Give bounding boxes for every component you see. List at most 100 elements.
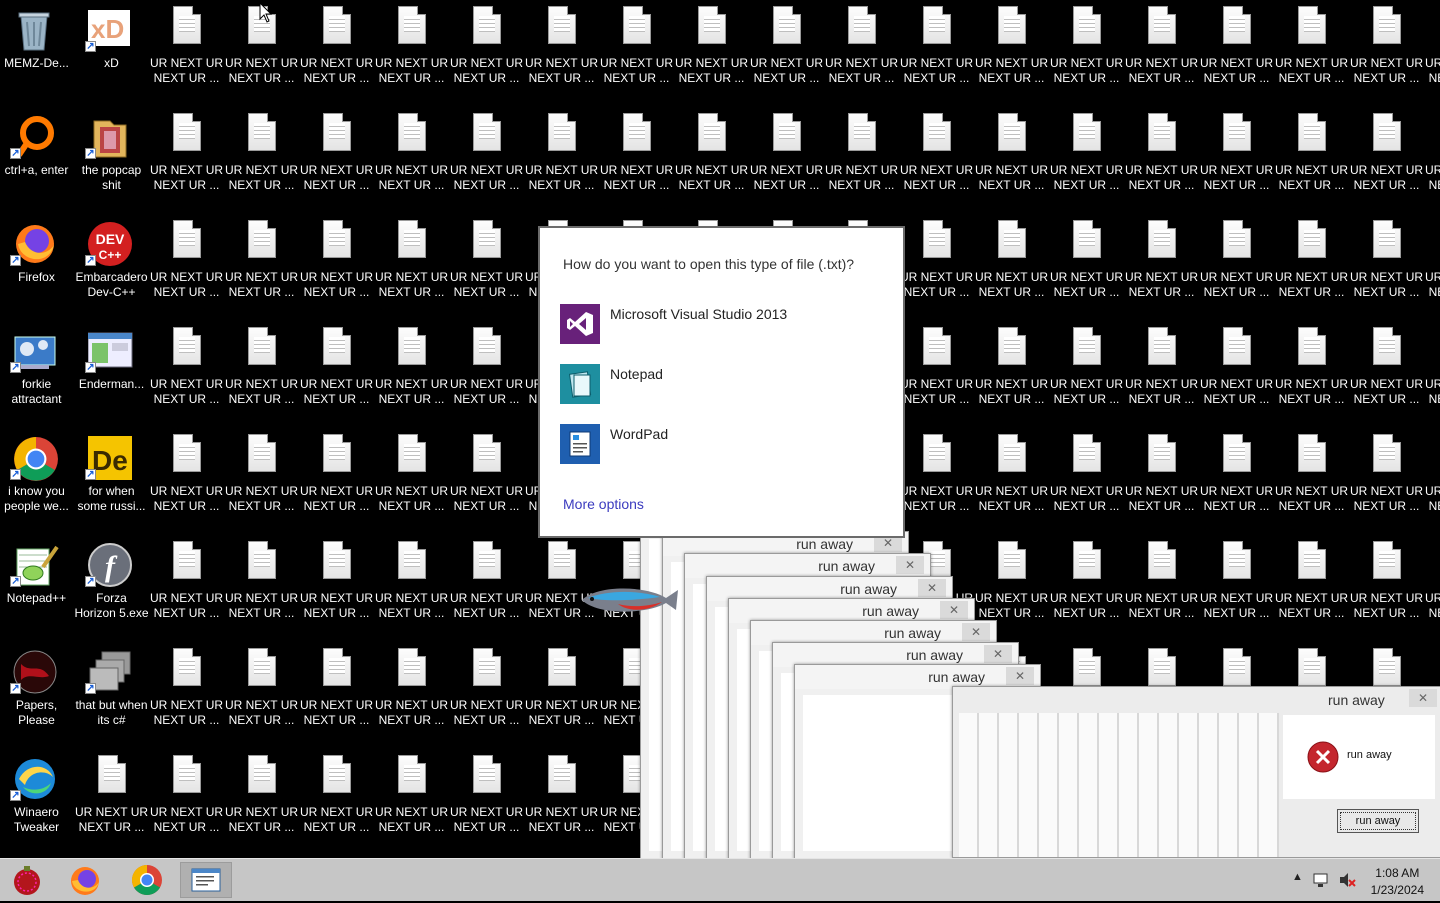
desktop-icon-papers-please[interactable]: ↗ Papers, Please [0, 642, 74, 749]
show-hidden-icons-chevron[interactable]: ▲ [1292, 871, 1303, 883]
text-file-icon-item[interactable]: UR NEXT UR NEXT UR ... [599, 0, 674, 107]
text-file-icon-item[interactable]: UR NEXT UR NEXT UR ... [299, 428, 374, 535]
text-file-icon-item[interactable]: UR NEXT UR NEXT UR ... [1424, 0, 1440, 107]
text-file-icon-item[interactable]: UR NEXT UR NEXT UR ... [1424, 214, 1440, 321]
text-file-icon-item[interactable]: UR NEXT UR NEXT UR ... [1124, 0, 1199, 107]
text-file-icon-item[interactable]: UR NEXT UR NEXT UR ... [1199, 0, 1274, 107]
text-file-icon-item[interactable]: UR NEXT UR NEXT UR ... [1274, 0, 1349, 107]
text-file-icon-item[interactable]: UR NEXT UR NEXT UR ... [1199, 214, 1274, 321]
desktop-icon-forza-horizon-5-exe[interactable]: f ↗ Forza Horizon 5.exe [74, 535, 149, 642]
text-file-icon-item[interactable]: UR NEXT UR NEXT UR ... [524, 0, 599, 107]
text-file-icon-item[interactable]: UR NEXT UR NEXT UR ... [449, 107, 524, 214]
text-file-icon-item[interactable]: UR NEXT UR NEXT UR ... [674, 107, 749, 214]
text-file-icon-item[interactable]: UR NEXT UR NEXT UR ... [674, 0, 749, 107]
text-file-icon-item[interactable]: UR NEXT UR NEXT UR ... [224, 535, 299, 642]
text-file-icon-item[interactable]: UR NEXT UR NEXT UR ... [1124, 107, 1199, 214]
text-file-icon-item[interactable]: UR NEXT UR NEXT UR ... [1049, 0, 1124, 107]
run-away-dialog[interactable]: run away ✕ run away run away [952, 686, 1440, 858]
close-icon[interactable]: ✕ [1006, 667, 1034, 685]
text-file-icon-item[interactable]: UR NEXT UR NEXT UR ... [1349, 107, 1424, 214]
text-file-icon-item[interactable]: UR NEXT UR NEXT UR ... [1349, 428, 1424, 535]
desktop-icon-for-when-some-russi[interactable]: De ↗ for when some russi... [74, 428, 149, 535]
text-file-icon-item[interactable]: UR NEXT UR NEXT UR ... [299, 0, 374, 107]
text-file-icon-item[interactable]: UR NEXT UR NEXT UR ... [974, 214, 1049, 321]
text-file-icon-item[interactable]: UR NEXT UR NEXT UR ... [1274, 321, 1349, 428]
text-file-icon-item[interactable]: UR NEXT UR NEXT UR ... [1349, 321, 1424, 428]
text-file-icon-item[interactable]: UR NEXT UR NEXT UR ... [1199, 535, 1274, 642]
text-file-icon-item[interactable]: UR NEXT UR NEXT UR ... [449, 0, 524, 107]
text-file-icon-item[interactable]: UR NEXT UR NEXT UR ... [74, 749, 149, 856]
text-file-icon-item[interactable]: UR NEXT UR NEXT UR ... [1424, 321, 1440, 428]
text-file-icon-item[interactable]: UR NEXT UR NEXT UR ... [299, 535, 374, 642]
text-file-icon-item[interactable]: UR NEXT UR NEXT UR ... [374, 642, 449, 749]
text-file-icon-item[interactable]: UR NEXT UR NEXT UR ... [149, 107, 224, 214]
text-file-icon-item[interactable]: UR NEXT UR NEXT UR ... [449, 214, 524, 321]
text-file-icon-item[interactable]: UR NEXT UR NEXT UR ... [449, 535, 524, 642]
text-file-icon-item[interactable]: UR NEXT UR NEXT UR ... [1124, 535, 1199, 642]
text-file-icon-item[interactable]: UR NEXT UR NEXT UR ... [899, 321, 974, 428]
desktop-icon-forkie-attractant[interactable]: ↗ forkie attractant [0, 321, 74, 428]
text-file-icon-item[interactable]: UR NEXT UR NEXT UR ... [224, 642, 299, 749]
text-file-icon-item[interactable]: UR NEXT UR NEXT UR ... [224, 107, 299, 214]
text-file-icon-item[interactable]: UR NEXT UR NEXT UR ... [374, 107, 449, 214]
close-icon[interactable]: ✕ [962, 623, 990, 641]
taskbar-notepad-button[interactable] [180, 862, 232, 898]
text-file-icon-item[interactable]: UR NEXT UR NEXT UR ... [1424, 428, 1440, 535]
text-file-icon-item[interactable]: UR NEXT UR NEXT UR ... [299, 107, 374, 214]
text-file-icon-item[interactable]: UR NEXT UR NEXT UR ... [899, 0, 974, 107]
text-file-icon-item[interactable]: UR NEXT UR NEXT UR ... [1199, 428, 1274, 535]
text-file-icon-item[interactable]: UR NEXT UR NEXT UR ... [1274, 428, 1349, 535]
close-icon[interactable]: ✕ [918, 579, 946, 597]
desktop-icon-notepad[interactable]: ↗ Notepad++ [0, 535, 74, 642]
text-file-icon-item[interactable]: UR NEXT UR NEXT UR ... [224, 214, 299, 321]
text-file-icon-item[interactable]: UR NEXT UR NEXT UR ... [1424, 107, 1440, 214]
text-file-icon-item[interactable]: UR NEXT UR NEXT UR ... [374, 535, 449, 642]
network-icon[interactable] [1312, 872, 1330, 888]
text-file-icon-item[interactable]: UR NEXT UR NEXT UR ... [224, 749, 299, 856]
text-file-icon-item[interactable]: UR NEXT UR NEXT UR ... [299, 321, 374, 428]
text-file-icon-item[interactable]: UR NEXT UR NEXT UR ... [824, 107, 899, 214]
text-file-icon-item[interactable]: UR NEXT UR NEXT UR ... [449, 749, 524, 856]
text-file-icon-item[interactable]: UR NEXT UR NEXT UR ... [374, 0, 449, 107]
text-file-icon-item[interactable]: UR NEXT UR NEXT UR ... [974, 428, 1049, 535]
text-file-icon-item[interactable]: UR NEXT UR NEXT UR ... [1124, 214, 1199, 321]
app-option-wordpad[interactable]: WordPad [560, 424, 890, 468]
text-file-icon-item[interactable]: UR NEXT UR NEXT UR ... [1199, 321, 1274, 428]
text-file-icon-item[interactable]: UR NEXT UR NEXT UR ... [899, 107, 974, 214]
text-file-icon-item[interactable]: UR NEXT UR NEXT UR ... [149, 0, 224, 107]
text-file-icon-item[interactable]: UR NEXT UR NEXT UR ... [1124, 428, 1199, 535]
taskbar-chrome-button[interactable] [122, 862, 172, 898]
desktop-icon-memz-de[interactable]: MEMZ-De... [0, 0, 74, 107]
desktop-icon-winaero-tweaker[interactable]: ↗ Winaero Tweaker [0, 749, 74, 856]
text-file-icon-item[interactable]: UR NEXT UR NEXT UR ... [1424, 535, 1440, 642]
text-file-icon-item[interactable]: UR NEXT UR NEXT UR ... [374, 749, 449, 856]
more-options-link[interactable]: More options [563, 496, 644, 512]
text-file-icon-item[interactable]: UR NEXT UR NEXT UR ... [149, 535, 224, 642]
text-file-icon-item[interactable]: UR NEXT UR NEXT UR ... [524, 107, 599, 214]
run-away-button[interactable]: run away [1337, 809, 1419, 833]
text-file-icon-item[interactable]: UR NEXT UR NEXT UR ... [149, 214, 224, 321]
text-file-icon-item[interactable]: UR NEXT UR NEXT UR ... [1049, 428, 1124, 535]
taskbar-memz-button[interactable] [2, 862, 52, 898]
desktop-icon-xd[interactable]: xD ↗ xD [74, 0, 149, 107]
text-file-icon-item[interactable]: UR NEXT UR NEXT UR ... [299, 214, 374, 321]
text-file-icon-item[interactable]: UR NEXT UR NEXT UR ... [899, 214, 974, 321]
desktop-icon-enderman[interactable]: ↗ Enderman... [74, 321, 149, 428]
desktop-icon-i-know-you-people-we[interactable]: ↗ i know you people we... [0, 428, 74, 535]
text-file-icon-item[interactable]: UR NEXT UR NEXT UR ... [224, 428, 299, 535]
text-file-icon-item[interactable]: UR NEXT UR NEXT UR ... [1049, 214, 1124, 321]
text-file-icon-item[interactable]: UR NEXT UR NEXT UR ... [374, 214, 449, 321]
text-file-icon-item[interactable]: UR NEXT UR NEXT UR ... [299, 749, 374, 856]
text-file-icon-item[interactable]: UR NEXT UR NEXT UR ... [224, 321, 299, 428]
text-file-icon-item[interactable]: UR NEXT UR NEXT UR ... [1349, 535, 1424, 642]
text-file-icon-item[interactable]: UR NEXT UR NEXT UR ... [149, 321, 224, 428]
system-clock[interactable]: 1:08 AM 1/23/2024 [1371, 865, 1424, 899]
text-file-icon-item[interactable]: UR NEXT UR NEXT UR ... [749, 0, 824, 107]
text-file-icon-item[interactable]: UR NEXT UR NEXT UR ... [1274, 535, 1349, 642]
dialog-close-icon[interactable]: ✕ [1409, 689, 1437, 707]
text-file-icon-item[interactable]: UR NEXT UR NEXT UR ... [974, 0, 1049, 107]
text-file-icon-item[interactable]: UR NEXT UR NEXT UR ... [149, 749, 224, 856]
text-file-icon-item[interactable]: UR NEXT UR NEXT UR ... [824, 0, 899, 107]
text-file-icon-item[interactable]: UR NEXT UR NEXT UR ... [899, 428, 974, 535]
text-file-icon-item[interactable]: UR NEXT UR NEXT UR ... [974, 321, 1049, 428]
